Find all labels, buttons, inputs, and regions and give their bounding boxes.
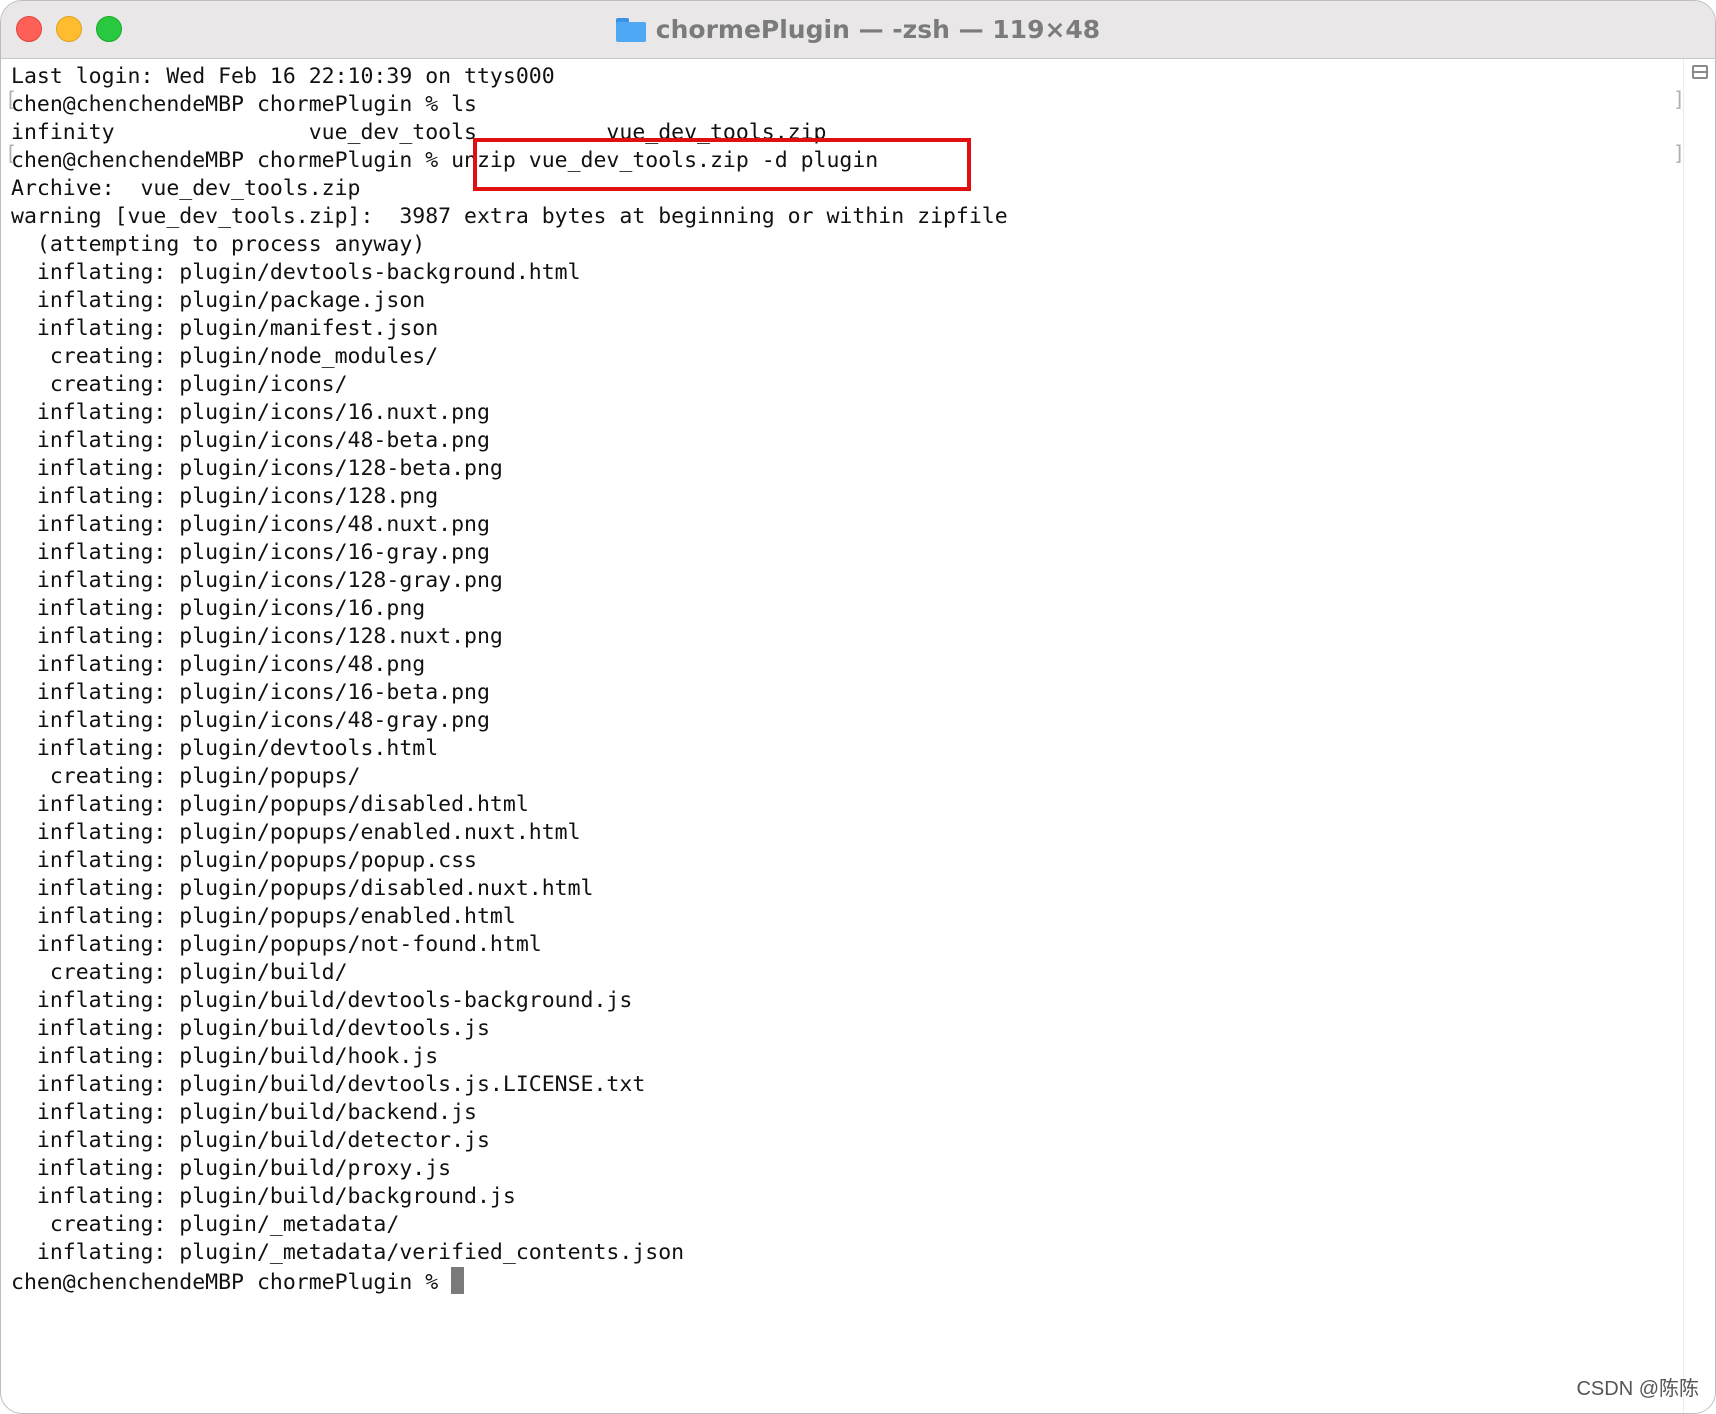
- terminal-line: Last login: Wed Feb 16 22:10:39 on ttys0…: [11, 64, 555, 89]
- terminal-line: inflating: plugin/icons/128-gray.png: [11, 568, 503, 593]
- terminal-line: inflating: plugin/icons/128-beta.png: [11, 456, 503, 481]
- terminal-line: creating: plugin/_metadata/: [11, 1212, 400, 1237]
- terminal-line: inflating: plugin/_metadata/verified_con…: [11, 1240, 685, 1265]
- scrollbar-track[interactable]: [1683, 59, 1715, 1413]
- terminal-line: inflating: plugin/icons/128.png: [11, 484, 439, 509]
- terminal-window: chormePlugin — -zsh — 119×48 Last login:…: [0, 0, 1716, 1414]
- terminal-line: inflating: plugin/build/devtools.js.LICE…: [11, 1072, 646, 1097]
- terminal-line: inflating: plugin/popups/enabled.nuxt.ht…: [11, 820, 581, 845]
- terminal-line: inflating: plugin/icons/48.png: [11, 652, 426, 677]
- terminal-line: creating: plugin/node_modules/: [11, 344, 439, 369]
- terminal-line: inflating: plugin/popups/disabled.html: [11, 792, 529, 817]
- terminal-line: inflating: plugin/build/devtools-backgro…: [11, 988, 633, 1013]
- terminal-line: inflating: plugin/icons/128.nuxt.png: [11, 624, 503, 649]
- split-pane-icon[interactable]: [1692, 65, 1708, 79]
- terminal-line: inflating: plugin/popups/disabled.nuxt.h…: [11, 876, 594, 901]
- terminal-line: inflating: plugin/popups/popup.css: [11, 848, 477, 873]
- line-marker-bracket: ]: [1672, 87, 1685, 111]
- terminal-line: creating: plugin/popups/: [11, 764, 361, 789]
- command-highlight-box: [473, 138, 971, 191]
- terminal-line: inflating: plugin/icons/48-beta.png: [11, 428, 490, 453]
- line-marker-bracket: [: [5, 87, 18, 111]
- terminal-line: inflating: plugin/build/background.js: [11, 1184, 516, 1209]
- line-marker-bracket: ]: [1672, 141, 1685, 165]
- terminal-line: inflating: plugin/popups/not-found.html: [11, 932, 542, 957]
- terminal-line: inflating: plugin/build/hook.js: [11, 1044, 439, 1069]
- terminal-line: inflating: plugin/build/detector.js: [11, 1128, 490, 1153]
- terminal-line: creating: plugin/build/: [11, 960, 348, 985]
- terminal-line: inflating: plugin/build/devtools.js: [11, 1016, 490, 1041]
- terminal-line: inflating: plugin/package.json: [11, 288, 426, 313]
- folder-icon: [615, 17, 646, 42]
- terminal-line: creating: plugin/icons/: [11, 372, 348, 397]
- terminal-line: inflating: plugin/devtools.html: [11, 736, 439, 761]
- watermark: CSDN @陈陈: [1576, 1378, 1699, 1400]
- terminal-prompt-line[interactable]: chen@chenchendeMBP chormePlugin %: [11, 1267, 1683, 1295]
- terminal-line: inflating: plugin/popups/enabled.html: [11, 904, 516, 929]
- terminal-line: inflating: plugin/icons/48.nuxt.png: [11, 512, 490, 537]
- title-bar[interactable]: chormePlugin — -zsh — 119×48: [1, 1, 1715, 59]
- terminal-line: inflating: plugin/build/proxy.js: [11, 1156, 452, 1181]
- prompt-text: chen@chenchendeMBP chormePlugin %: [11, 1270, 452, 1295]
- terminal-line: inflating: plugin/devtools-background.ht…: [11, 260, 581, 285]
- terminal-line: warning [vue_dev_tools.zip]: 3987 extra …: [11, 204, 1008, 229]
- terminal-output[interactable]: Last login: Wed Feb 16 22:10:39 on ttys0…: [1, 59, 1683, 1413]
- terminal-line: inflating: plugin/manifest.json: [11, 316, 439, 341]
- terminal-line: inflating: plugin/icons/16.png: [11, 596, 426, 621]
- terminal-line: (attempting to process anyway): [11, 232, 426, 257]
- window-title-group: chormePlugin — -zsh — 119×48: [1, 1, 1715, 58]
- terminal-line: inflating: plugin/build/backend.js: [11, 1100, 477, 1125]
- line-marker-bracket: [: [5, 141, 18, 165]
- text-cursor: [451, 1267, 465, 1294]
- terminal-line: inflating: plugin/icons/16-beta.png: [11, 680, 490, 705]
- terminal-line: inflating: plugin/icons/16.nuxt.png: [11, 400, 490, 425]
- terminal-line: inflating: plugin/icons/48-gray.png: [11, 708, 490, 733]
- terminal-line: inflating: plugin/icons/16-gray.png: [11, 540, 490, 565]
- window-title: chormePlugin — -zsh — 119×48: [655, 15, 1101, 44]
- terminal-line: chen@chenchendeMBP chormePlugin % ls: [11, 92, 477, 117]
